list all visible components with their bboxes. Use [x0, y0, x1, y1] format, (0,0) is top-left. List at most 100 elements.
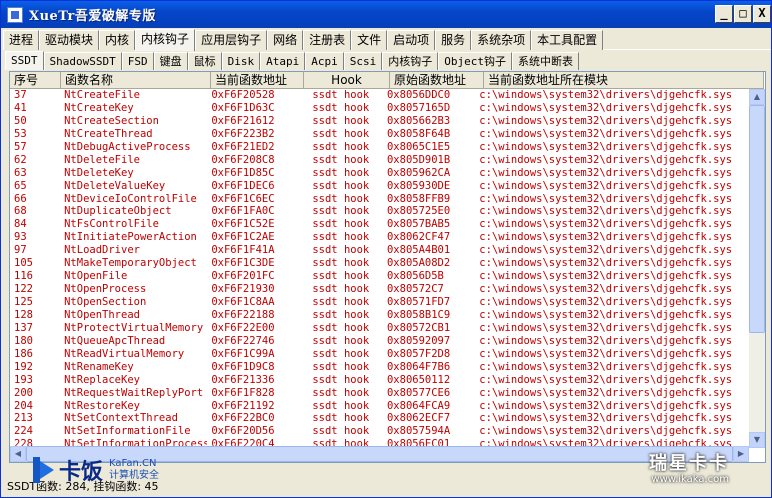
- scroll-up-icon[interactable]: ▲: [749, 89, 765, 105]
- tab-process[interactable]: 进程: [3, 30, 40, 50]
- table-row[interactable]: 84 NtFsControlFile 0xF6F1C52E ssdt hook 0x80…: [10, 218, 750, 231]
- cell-current-address: 0xF6F223B2: [211, 127, 275, 140]
- cell-index: 116: [14, 270, 33, 283]
- tab-kernel-hook-sub[interactable]: 内核钩子: [382, 52, 439, 70]
- cell-index: 224: [14, 425, 33, 438]
- tab-scsi[interactable]: Scsi: [343, 52, 383, 70]
- title-bar[interactable]: XueTr吾爱破解专版 _ □ X: [1, 1, 771, 28]
- vertical-scrollbar[interactable]: ▲ ▼: [749, 89, 765, 448]
- tab-file[interactable]: 文件: [351, 30, 388, 50]
- cell-hook: ssdt hook: [312, 153, 370, 166]
- column-header-original-address[interactable]: 原始函数地址: [390, 72, 484, 89]
- table-row[interactable]: 116 NtOpenFile 0xF6F201FC ssdt hook 0x8056D5…: [10, 270, 750, 283]
- cell-hook: ssdt hook: [312, 425, 370, 438]
- cell-hook: ssdt hook: [312, 360, 370, 373]
- table-row[interactable]: 224 NtSetInformationFile 0xF6F20D56 ssdt ho…: [10, 425, 750, 438]
- tab-object-hooks[interactable]: Object钩子: [438, 52, 512, 70]
- table-row[interactable]: 93 NtInitiatePowerAction 0xF6F1C2AE ssdt ho…: [10, 231, 750, 244]
- list-header: 序号 函数名称 当前函数地址 Hook 原始函数地址 当前函数地址所在模块: [10, 72, 764, 89]
- minimize-button[interactable]: _: [715, 5, 733, 23]
- table-row[interactable]: 37 NtCreateFile 0xF6F20528 ssdt hook 0x8056D…: [10, 89, 750, 102]
- tab-kernel-hooks[interactable]: 内核钩子: [135, 29, 196, 51]
- watermark-brand: 卡饭: [59, 460, 104, 485]
- cell-function-name: NtDuplicateObject: [64, 205, 172, 218]
- cell-current-address: 0xF6F208C8: [211, 153, 275, 166]
- cell-current-address: 0xF6F22BC0: [211, 412, 275, 425]
- cell-hook: ssdt hook: [312, 192, 370, 205]
- tab-startup[interactable]: 启动项: [387, 30, 436, 50]
- tab-services[interactable]: 服务: [435, 30, 472, 50]
- cell-hook: ssdt hook: [312, 101, 370, 114]
- cell-module: c:\windows\system32\drivers\djgehcfk.sys: [479, 373, 733, 386]
- table-row[interactable]: 193 NtReplaceKey 0xF6F21336 ssdt hook 0x8065…: [10, 374, 750, 387]
- table-row[interactable]: 137 NtProtectVirtualMemory 0xF6F22E00 ssdt …: [10, 322, 750, 335]
- cell-index: 137: [14, 321, 33, 334]
- table-row[interactable]: 41 NtCreateKey 0xF6F1D63C ssdt hook 0x805716…: [10, 102, 750, 115]
- table-row[interactable]: 63 NtDeleteKey 0xF6F1D85C ssdt hook 0x805962…: [10, 167, 750, 180]
- column-header-current-address[interactable]: 当前函数地址: [211, 72, 304, 89]
- cell-function-name: NtDeviceIoControlFile: [64, 192, 197, 205]
- table-row[interactable]: 125 NtOpenSection 0xF6F1C8AA ssdt hook 0x805…: [10, 296, 750, 309]
- tab-mouse[interactable]: 鼠标: [187, 52, 222, 70]
- tab-fsd[interactable]: FSD: [121, 52, 154, 70]
- table-row[interactable]: 53 NtCreateThread 0xF6F223B2 ssdt hook 0x805…: [10, 128, 750, 141]
- table-row[interactable]: 97 NtLoadDriver 0xF6F1F41A ssdt hook 0x805A4…: [10, 244, 750, 257]
- tab-acpi[interactable]: Acpi: [305, 52, 344, 70]
- scroll-down-icon[interactable]: ▼: [749, 432, 765, 448]
- scroll-right-icon[interactable]: ▶: [733, 446, 749, 462]
- cell-module: c:\windows\system32\drivers\djgehcfk.sys: [479, 347, 733, 360]
- table-row[interactable]: 122 NtOpenProcess 0xF6F21930 ssdt hook 0x805…: [10, 283, 750, 296]
- cell-hook: ssdt hook: [312, 334, 370, 347]
- table-row[interactable]: 180 NtQueueApcThread 0xF6F22746 ssdt hook 0x…: [10, 335, 750, 348]
- cell-module: c:\windows\system32\drivers\djgehcfk.sys: [479, 386, 733, 399]
- tab-shadowssdt[interactable]: ShadowSSDT: [43, 52, 122, 70]
- column-header-function-name[interactable]: 函数名称: [61, 72, 211, 89]
- table-row[interactable]: 62 NtDeleteFile 0xF6F208C8 ssdt hook 0x805D9…: [10, 154, 750, 167]
- watermark-sub: KaFan.CN 计算机安全: [109, 458, 159, 482]
- cell-index: 128: [14, 308, 33, 321]
- hook-list[interactable]: 序号 函数名称 当前函数地址 Hook 原始函数地址 当前函数地址所在模块 37…: [9, 71, 766, 463]
- cell-hook: ssdt hook: [312, 114, 370, 127]
- table-row[interactable]: 57 NtDebugActiveProcess 0xF6F21ED2 ssdt hoo…: [10, 141, 750, 154]
- tab-app-hooks[interactable]: 应用层钩子: [195, 30, 268, 50]
- tab-atapi[interactable]: Atapi: [260, 52, 306, 70]
- tab-driver-modules[interactable]: 驱动模块: [39, 30, 100, 50]
- cell-module: c:\windows\system32\drivers\djgehcfk.sys: [479, 270, 733, 283]
- table-row[interactable]: 66 NtDeviceIoControlFile 0xF6F1C6EC ssdt ho…: [10, 193, 750, 206]
- table-row[interactable]: 192 NtRenameKey 0xF6F1D9C8 ssdt hook 0x8064F…: [10, 361, 750, 374]
- tab-tool-config[interactable]: 本工具配置: [531, 30, 604, 50]
- table-row[interactable]: 128 NtOpenThread 0xF6F22188 ssdt hook 0x8058…: [10, 309, 750, 322]
- tab-ssdt[interactable]: SSDT: [5, 51, 44, 70]
- tab-registry[interactable]: 注册表: [303, 30, 352, 50]
- cell-function-name: NtOpenSection: [64, 296, 147, 308]
- close-button[interactable]: X: [753, 5, 771, 23]
- vertical-scroll-thumb[interactable]: [749, 105, 765, 333]
- tab-disk[interactable]: Disk: [221, 52, 261, 70]
- cell-current-address: 0xF6F1C2AE: [211, 231, 275, 244]
- cell-hook: ssdt hook: [312, 257, 370, 270]
- tab-system-misc[interactable]: 系统杂项: [471, 30, 532, 50]
- tab-network[interactable]: 网络: [267, 30, 304, 50]
- cell-index: 122: [14, 283, 33, 296]
- table-row[interactable]: 186 NtReadVirtualMemory 0xF6F1C99A ssdt hoo…: [10, 348, 750, 361]
- table-row[interactable]: 65 NtDeleteValueKey 0xF6F1DEC6 ssdt hook 0x8…: [10, 180, 750, 193]
- table-row[interactable]: 200 NtRequestWaitReplyPort 0xF6F1F828 ssdt …: [10, 387, 750, 400]
- scroll-left-icon[interactable]: ◀: [10, 446, 26, 462]
- tab-kernel[interactable]: 内核: [99, 30, 136, 50]
- column-header-module[interactable]: 当前函数地址所在模块: [484, 72, 764, 89]
- cell-index: 204: [14, 399, 33, 412]
- column-header-hook[interactable]: Hook: [304, 72, 390, 89]
- tab-interrupt-table[interactable]: 系统中断表: [511, 52, 579, 70]
- cell-original-address: 0x805A08D2: [386, 257, 451, 270]
- column-header-index[interactable]: 序号: [10, 72, 61, 89]
- tab-keyboard[interactable]: 键盘: [153, 52, 188, 70]
- cell-original-address: 0x8056D5B: [386, 270, 444, 283]
- table-row[interactable]: 50 NtCreateSection 0xF6F21612 ssdt hook 0x80…: [10, 115, 750, 128]
- table-row[interactable]: 204 NtRestoreKey 0xF6F21192 ssdt hook 0x8064…: [10, 400, 750, 413]
- cell-hook: ssdt hook: [312, 270, 370, 283]
- table-row[interactable]: 105 NtMakeTemporaryObject 0xF6F1C3DE ssdt h…: [10, 257, 750, 270]
- table-row[interactable]: 68 NtDuplicateObject 0xF6F1FA0C ssdt hook 0x…: [10, 205, 750, 218]
- maximize-button[interactable]: □: [734, 5, 752, 23]
- table-row[interactable]: 213 NtSetContextThread 0xF6F22BC0 ssdt hook…: [10, 412, 750, 425]
- cell-module: c:\windows\system32\drivers\djgehcfk.sys: [479, 101, 733, 114]
